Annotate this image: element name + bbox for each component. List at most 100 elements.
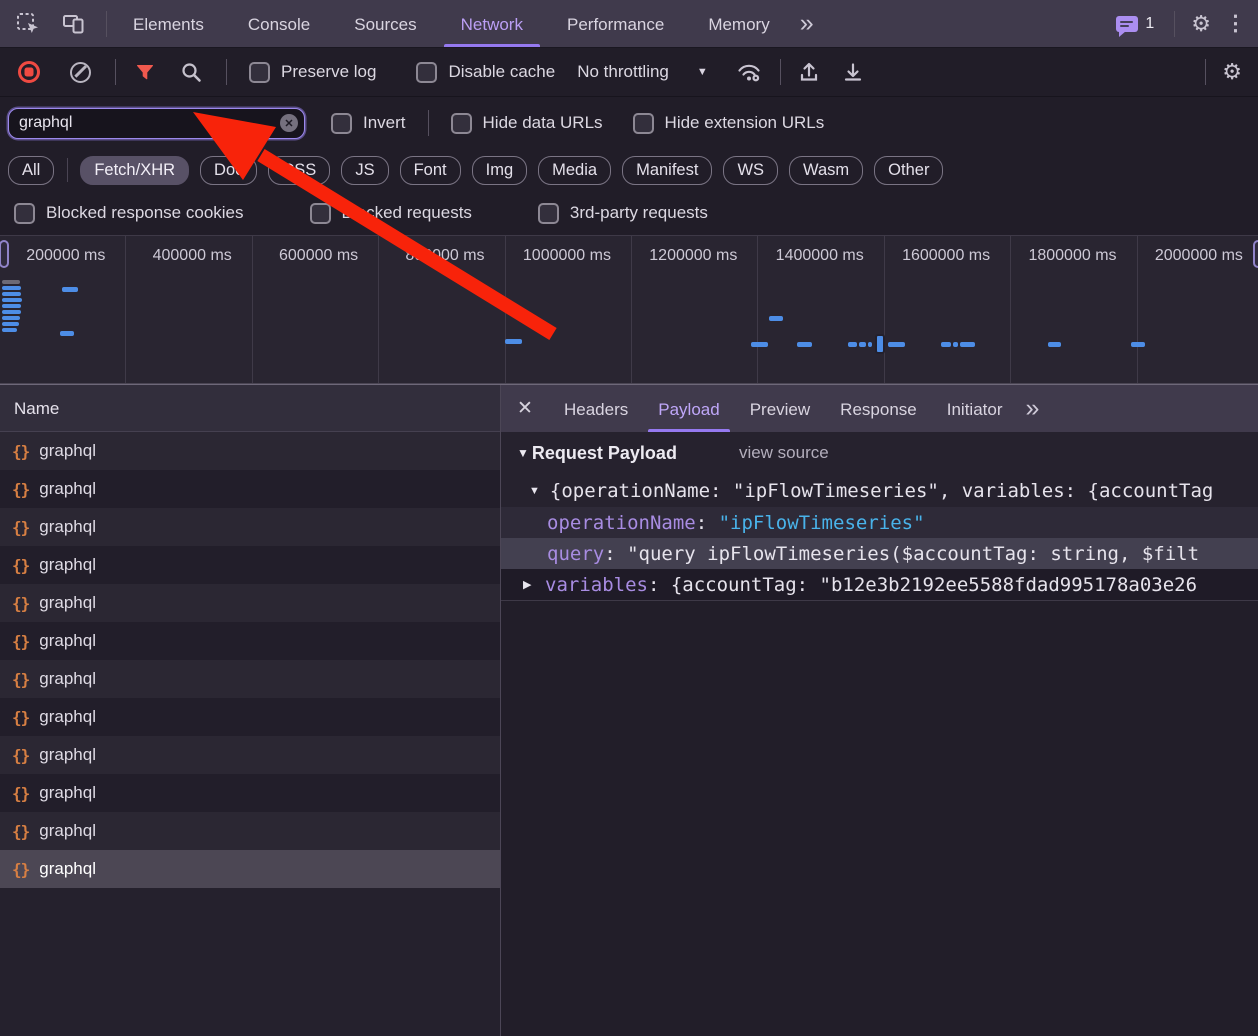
payload-summary-row[interactable]: ▼{operationName: "ipFlowTimeseries", var… bbox=[501, 474, 1258, 507]
import-har-icon[interactable] bbox=[797, 60, 821, 84]
filter-chip-manifest[interactable]: Manifest bbox=[622, 156, 712, 185]
overview-right-handle[interactable] bbox=[1253, 240, 1258, 268]
tab-memory[interactable]: Memory bbox=[686, 0, 791, 47]
checkbox-label: Blocked response cookies bbox=[46, 203, 244, 223]
waterfall-bar bbox=[2, 298, 22, 302]
more-details-tabs-icon[interactable]: » bbox=[1017, 394, 1047, 423]
divider bbox=[1205, 59, 1206, 85]
device-toolbar-icon[interactable] bbox=[62, 12, 86, 36]
table-row[interactable]: {}graphql bbox=[0, 774, 500, 812]
timeline-column: 1200000 ms bbox=[632, 236, 758, 383]
timeline-column: 800000 ms bbox=[379, 236, 505, 383]
more-tabs-icon[interactable]: » bbox=[792, 9, 822, 38]
table-row[interactable]: {}graphql bbox=[0, 736, 500, 774]
collapse-triangle-icon[interactable]: ▼ bbox=[517, 446, 529, 460]
filter-chip-media[interactable]: Media bbox=[538, 156, 611, 185]
network-settings-gear-icon[interactable]: ⚙ bbox=[1222, 59, 1242, 85]
checkbox-box[interactable] bbox=[249, 62, 270, 83]
name-column-header[interactable]: Name bbox=[0, 385, 500, 432]
waterfall-bar bbox=[2, 280, 20, 284]
checkbox-box[interactable] bbox=[633, 113, 654, 134]
collapse-triangle-icon[interactable]: ▼ bbox=[529, 485, 540, 497]
chevron-down-icon[interactable]: ▼ bbox=[697, 66, 708, 78]
network-overview-timeline[interactable]: 200000 ms400000 ms600000 ms800000 ms1000… bbox=[0, 235, 1258, 384]
table-row[interactable]: {}graphql bbox=[0, 470, 500, 508]
checkbox-box[interactable] bbox=[538, 203, 559, 224]
waterfall-bar bbox=[941, 342, 951, 347]
preserve-log-checkbox[interactable]: Preserve log bbox=[249, 62, 376, 83]
checkbox-label: Blocked requests bbox=[342, 203, 472, 223]
tab-preview[interactable]: Preview bbox=[735, 385, 825, 432]
filter-chip-js[interactable]: JS bbox=[341, 156, 388, 185]
settings-gear-icon[interactable]: ⚙ bbox=[1191, 11, 1211, 37]
table-row[interactable]: {}graphql bbox=[0, 432, 500, 470]
checkbox-box[interactable] bbox=[14, 203, 35, 224]
clear-network-log-icon[interactable] bbox=[70, 62, 91, 83]
record-network-log-icon[interactable] bbox=[18, 61, 40, 83]
checkbox-box[interactable] bbox=[310, 203, 331, 224]
filter-input[interactable] bbox=[8, 108, 305, 139]
filter-chip-all[interactable]: All bbox=[8, 156, 54, 185]
table-row[interactable]: {}graphql bbox=[0, 508, 500, 546]
waterfall-bar bbox=[848, 342, 857, 347]
tab-headers[interactable]: Headers bbox=[549, 385, 643, 432]
filter-chip-font[interactable]: Font bbox=[400, 156, 461, 185]
filter-chip-img[interactable]: Img bbox=[472, 156, 528, 185]
kebab-menu-icon[interactable]: ⋮ bbox=[1225, 11, 1246, 36]
invert-checkbox[interactable]: Invert bbox=[331, 113, 406, 134]
table-row[interactable]: {}graphql bbox=[0, 812, 500, 850]
checkbox-box[interactable] bbox=[416, 62, 437, 83]
overview-left-handle[interactable] bbox=[0, 240, 9, 268]
blocked-response-cookies-checkbox[interactable]: Blocked response cookies bbox=[14, 203, 244, 224]
throttling-dropdown[interactable]: No throttling bbox=[577, 62, 669, 82]
tab-performance[interactable]: Performance bbox=[545, 0, 686, 47]
filter-chip-fetch-xhr[interactable]: Fetch/XHR bbox=[80, 156, 189, 185]
clear-filter-icon[interactable]: ✕ bbox=[280, 114, 298, 132]
search-icon[interactable] bbox=[180, 61, 202, 83]
filter-chip-other[interactable]: Other bbox=[874, 156, 943, 185]
payload-row-variables[interactable]: ▶variables: {accountTag: "b12e3b2192ee55… bbox=[501, 569, 1258, 600]
hide-extension-urls-checkbox[interactable]: Hide extension URLs bbox=[633, 113, 825, 134]
json-braces-icon: {} bbox=[12, 442, 29, 461]
close-icon[interactable]: ✕ bbox=[501, 397, 549, 420]
table-row[interactable]: {}graphql bbox=[0, 850, 500, 888]
filter-chip-ws[interactable]: WS bbox=[723, 156, 778, 185]
timeline-column: 600000 ms bbox=[253, 236, 379, 383]
tab-console[interactable]: Console bbox=[226, 0, 332, 47]
table-row[interactable]: {}graphql bbox=[0, 546, 500, 584]
tab-initiator[interactable]: Initiator bbox=[932, 385, 1018, 432]
payload-row-operationname[interactable]: operationName: "ipFlowTimeseries" bbox=[501, 507, 1258, 538]
filter-chip-wasm[interactable]: Wasm bbox=[789, 156, 863, 185]
blocked-requests-checkbox[interactable]: Blocked requests bbox=[310, 203, 472, 224]
table-row[interactable]: {}graphql bbox=[0, 698, 500, 736]
network-conditions-icon[interactable] bbox=[736, 60, 762, 84]
table-row[interactable]: {}graphql bbox=[0, 584, 500, 622]
checkbox-box[interactable] bbox=[331, 113, 352, 134]
waterfall-bar bbox=[2, 322, 19, 326]
payload-row-query[interactable]: query: "query ipFlowTimeseries($accountT… bbox=[501, 538, 1258, 569]
checkbox-box[interactable] bbox=[451, 113, 472, 134]
3rd-party-requests-checkbox[interactable]: 3rd-party requests bbox=[538, 203, 708, 224]
details-empty-area bbox=[501, 601, 1258, 1036]
table-row[interactable]: {}graphql bbox=[0, 622, 500, 660]
export-har-icon[interactable] bbox=[841, 60, 865, 84]
filter-chip-css[interactable]: CSS bbox=[268, 156, 330, 185]
network-toolbar: Preserve log Disable cache No throttling… bbox=[0, 48, 1258, 97]
view-source-link[interactable]: view source bbox=[739, 443, 829, 463]
tab-response[interactable]: Response bbox=[825, 385, 932, 432]
issues-message-icon[interactable] bbox=[1116, 16, 1138, 32]
inspect-element-icon[interactable] bbox=[16, 12, 40, 36]
tab-payload[interactable]: Payload bbox=[643, 385, 734, 432]
hide-data-urls-checkbox[interactable]: Hide data URLs bbox=[451, 113, 603, 134]
disable-cache-checkbox[interactable]: Disable cache bbox=[416, 62, 555, 83]
divider bbox=[780, 59, 781, 85]
expand-triangle-icon[interactable]: ▶ bbox=[523, 578, 545, 591]
tab-sources[interactable]: Sources bbox=[332, 0, 438, 47]
tab-elements[interactable]: Elements bbox=[111, 0, 226, 47]
filter-funnel-icon[interactable] bbox=[136, 64, 154, 80]
waterfall-bar bbox=[2, 292, 21, 296]
filter-chip-doc[interactable]: Doc bbox=[200, 156, 257, 185]
tab-network[interactable]: Network bbox=[439, 0, 545, 47]
request-payload-section-header[interactable]: ▼ Request Payload view source bbox=[501, 432, 1258, 474]
table-row[interactable]: {}graphql bbox=[0, 660, 500, 698]
